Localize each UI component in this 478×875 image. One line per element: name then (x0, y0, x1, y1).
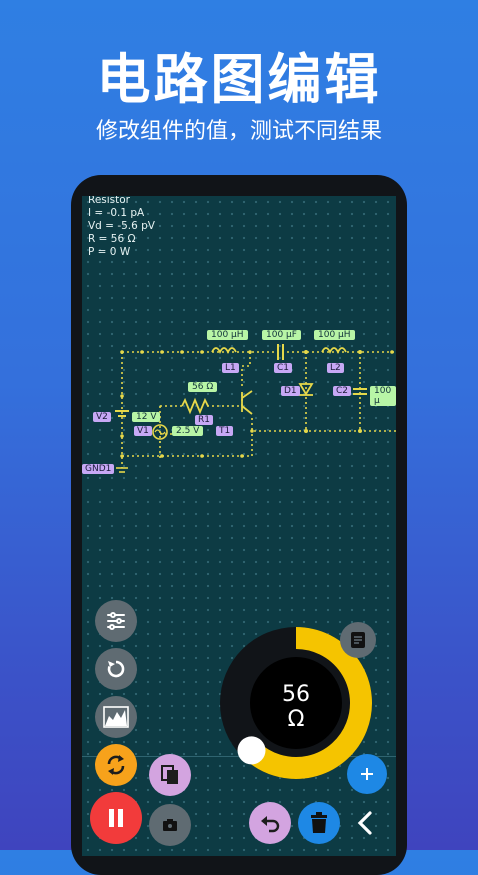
sliders-icon (107, 612, 125, 630)
pause-button[interactable] (90, 792, 142, 844)
label-gnd-name: GND1 (82, 464, 115, 474)
reset-button[interactable] (95, 648, 137, 690)
undo-button[interactable] (249, 802, 291, 844)
knob-value: 56 (282, 682, 310, 707)
reset-icon (107, 660, 125, 678)
camera-icon (163, 819, 177, 831)
promo-subtitle: 修改组件的值，测试不同结果 (95, 119, 382, 144)
label-v2-name: V2 (93, 412, 111, 422)
ground-symbol (116, 467, 128, 473)
label-r1-value[interactable]: 56 Ω (188, 382, 218, 392)
back-icon (357, 811, 372, 835)
notes-button[interactable] (340, 622, 376, 658)
delete-button[interactable] (298, 802, 340, 844)
resistor-r1 (181, 397, 209, 415)
label-t1-name: T1 (216, 426, 234, 436)
label-c1-name: C1 (274, 363, 293, 373)
label-v1-name: V1 (134, 426, 152, 436)
label-l1-name: L1 (222, 363, 239, 373)
trash-icon (311, 812, 327, 833)
copy-button[interactable] (149, 754, 191, 796)
label-l1-value[interactable]: 100 μH (207, 330, 248, 340)
back-button[interactable] (352, 808, 378, 838)
label-v2-value[interactable]: 12 V (132, 412, 161, 422)
screenshot-button[interactable] (149, 804, 191, 846)
label-r1-name: R1 (195, 415, 213, 425)
pause-icon (109, 809, 123, 827)
settings-sliders-button[interactable] (95, 600, 137, 642)
simulate-cycle-button[interactable] (95, 744, 137, 786)
label-c2-name: C2 (333, 386, 352, 396)
undo-icon (261, 816, 280, 833)
label-l2-value[interactable]: 100 μH (314, 330, 355, 340)
label-v1-value[interactable]: 2.5 V (172, 426, 204, 436)
copy-icon (161, 765, 178, 784)
knob-handle (237, 736, 266, 765)
capacitor-c1 (277, 344, 284, 360)
promo-title: 电路图编辑 (96, 48, 382, 111)
diode-d1 (298, 383, 314, 396)
cycle-icon (107, 755, 125, 775)
capacitor-c2 (353, 388, 367, 395)
oscilloscope-button[interactable] (95, 696, 137, 738)
label-l2-name: L2 (327, 363, 344, 373)
chart-icon (103, 706, 129, 728)
notes-icon (351, 632, 365, 648)
label-d1-name: D1 (281, 386, 300, 396)
transistor-t1 (241, 390, 253, 415)
label-c2-value[interactable]: 100 μ (370, 386, 396, 406)
label-c1-value[interactable]: 100 μF (262, 330, 301, 340)
knob-unit: Ω (287, 707, 305, 732)
